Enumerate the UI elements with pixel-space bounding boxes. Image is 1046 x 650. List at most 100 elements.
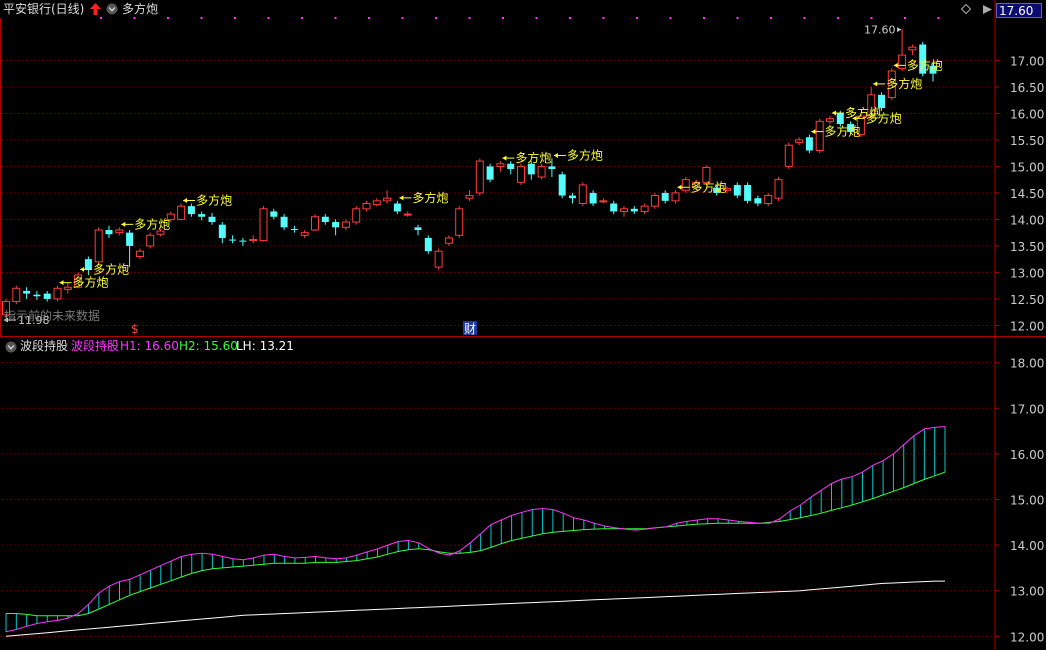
diamond-icon[interactable]	[961, 4, 971, 14]
candle-body	[208, 216, 216, 223]
marker-dot	[401, 17, 404, 19]
candle-body	[115, 229, 124, 234]
candle-body	[558, 174, 566, 196]
candle	[754, 195, 762, 207]
candle	[444, 235, 453, 246]
marker-dot	[803, 17, 806, 19]
candle-body	[177, 205, 186, 220]
marker-dot	[468, 17, 471, 19]
candle-body	[126, 232, 134, 246]
candle	[23, 287, 31, 299]
candle-body	[548, 166, 556, 170]
signal-arrow-head	[811, 129, 816, 135]
legend-lh: LH: 13.21	[236, 339, 294, 353]
candle	[784, 142, 793, 170]
main-y-tick-label: 15.50	[1010, 134, 1044, 148]
candle-body	[12, 287, 21, 303]
candle-body	[434, 250, 443, 268]
marker-dot	[569, 17, 571, 19]
candle	[424, 235, 432, 254]
signal-arrow-head	[893, 62, 898, 68]
candle	[43, 290, 51, 302]
candle	[63, 283, 72, 294]
candle-body	[146, 234, 155, 247]
candle	[475, 158, 484, 196]
candle	[465, 190, 474, 201]
candlestick-series	[2, 28, 937, 321]
signal-label: 多方炮	[515, 150, 551, 165]
candle-body	[341, 221, 350, 228]
candle	[898, 28, 907, 71]
candle-body	[187, 206, 195, 215]
candle	[94, 227, 103, 265]
marker-dot	[602, 17, 605, 19]
candle-body	[569, 195, 576, 199]
signal-label: 多方炮	[691, 179, 727, 194]
main-y-tick-label: 16.50	[1010, 81, 1044, 95]
chevron-down-icon[interactable]	[106, 3, 118, 15]
signal-annotation: 多方炮	[121, 216, 170, 231]
candle	[311, 214, 319, 232]
candle-body	[135, 250, 144, 257]
marker-dot	[870, 17, 873, 19]
candle-body	[259, 208, 268, 242]
candle	[744, 182, 752, 204]
candle	[558, 171, 566, 199]
candle-body	[898, 54, 907, 69]
candle-body	[908, 46, 917, 51]
extreme-annotations: 17.6011.98指示前的未来数据$ 财	[4, 24, 902, 336]
candle-body	[836, 113, 844, 124]
band-series	[5, 426, 946, 637]
candle-body	[321, 216, 329, 223]
sub-indicator-title[interactable]: 波段持股	[20, 338, 68, 354]
sub-y-axis: 18.00 17.00 16.00 15.00 14.00 13.00 12.00	[995, 357, 1044, 644]
candle	[290, 225, 298, 233]
candle-body	[764, 195, 773, 205]
candle-body	[53, 287, 62, 300]
sub-grid	[2, 362, 995, 637]
future-data-note: 指示前的未来数据	[4, 308, 100, 323]
signal-annotation: 多方炮	[873, 76, 922, 91]
candle-body	[661, 192, 669, 201]
current-price-box: 17.60	[996, 3, 1042, 18]
candle-body	[620, 208, 628, 212]
main-y-tick-label: 13.00	[1010, 266, 1044, 280]
candle	[455, 206, 464, 238]
candle	[569, 192, 576, 204]
candle-body	[774, 179, 783, 199]
signal-arrow-head	[832, 110, 836, 116]
signal-arrow-head	[502, 155, 507, 161]
candle	[105, 225, 113, 238]
red-up-arrow-icon	[90, 3, 101, 15]
candle	[681, 177, 690, 193]
candle	[372, 198, 381, 207]
candle-body	[754, 198, 762, 204]
candle-body	[383, 197, 392, 202]
candle-body	[105, 230, 113, 235]
candle	[815, 118, 824, 154]
candle	[578, 182, 587, 207]
chevron-down-icon[interactable]	[5, 341, 17, 353]
candle-body	[270, 211, 278, 217]
marker-dot	[334, 17, 337, 19]
candle-body	[332, 222, 340, 228]
candle-body	[578, 184, 587, 204]
candle-body	[537, 165, 546, 178]
marker-dot	[100, 17, 102, 19]
candle	[774, 177, 783, 201]
candle	[146, 232, 155, 249]
candle-body	[424, 237, 432, 252]
candle	[610, 200, 618, 215]
high-price-label: 17.60	[864, 24, 896, 37]
marker-dot	[502, 17, 504, 19]
indicator-selector[interactable]: 多方炮	[122, 1, 158, 17]
h1-line	[5, 426, 946, 633]
candle	[280, 214, 288, 230]
signal-label: 多方炮	[907, 57, 943, 72]
candle	[218, 222, 226, 244]
candle-body	[218, 224, 226, 238]
marker-dot	[736, 17, 739, 19]
candle-body	[507, 163, 515, 170]
candle-body	[784, 144, 793, 167]
candle-body	[94, 229, 103, 263]
